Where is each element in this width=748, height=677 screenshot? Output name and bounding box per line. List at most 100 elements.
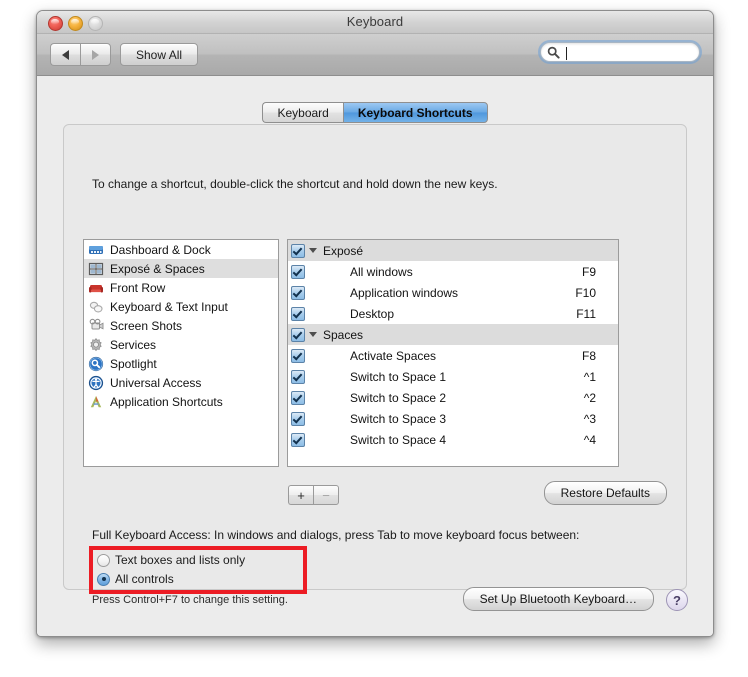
sidebar-item[interactable]: Dashboard & Dock: [84, 240, 278, 259]
sidebar-item-label: Spotlight: [110, 356, 157, 371]
universal-access-icon: [88, 375, 104, 391]
radio-label-text-boxes: Text boxes and lists only: [115, 553, 246, 567]
set-up-bluetooth-keyboard-button[interactable]: Set Up Bluetooth Keyboard…: [462, 587, 654, 611]
shortcut-key[interactable]: F8: [582, 349, 618, 363]
shortcut-key[interactable]: ^3: [584, 412, 618, 426]
shortcut-row[interactable]: Switch to Space 2 ^2: [288, 387, 618, 408]
add-remove-buttons: + −: [288, 485, 339, 505]
sidebar-item-label: Universal Access: [110, 375, 202, 390]
shortcut-category-list[interactable]: Dashboard & Dock Exposé & Spaces Front Row…: [83, 239, 279, 467]
radio-indicator-off: [97, 553, 110, 567]
shortcut-key[interactable]: F10: [575, 286, 618, 300]
window-title: Keyboard: [346, 14, 404, 29]
sidebar-item-label: Application Shortcuts: [110, 394, 223, 409]
show-all-button[interactable]: Show All: [120, 43, 199, 66]
sidebar-item-label: Services: [110, 337, 157, 352]
checkbox-checked-icon[interactable]: [291, 285, 305, 300]
navigation-buttons: [50, 43, 111, 66]
checkbox-checked-icon[interactable]: [291, 432, 305, 447]
services-gear-icon: [88, 337, 104, 353]
instruction-text: To change a shortcut, double-click the s…: [92, 177, 498, 191]
shortcut-group-label: Exposé: [323, 243, 364, 258]
checkbox-checked-icon[interactable]: [291, 411, 305, 426]
shortcut-key[interactable]: ^4: [584, 433, 618, 447]
shortcut-label: Switch to Space 2: [350, 390, 447, 405]
shortcut-label: Activate Spaces: [350, 348, 437, 363]
chevron-down-icon[interactable]: [309, 248, 317, 253]
sidebar-item[interactable]: Universal Access: [84, 373, 278, 392]
expose-spaces-icon: [88, 261, 104, 277]
shortcut-group-row[interactable]: Exposé: [288, 240, 618, 261]
remove-shortcut-button[interactable]: −: [313, 485, 339, 505]
text-caret: [566, 47, 567, 60]
sidebar-item-label: Dashboard & Dock: [110, 242, 211, 257]
application-shortcuts-icon: [88, 394, 104, 410]
shortcut-key[interactable]: F9: [582, 265, 618, 279]
radio-label-all-controls: All controls: [115, 572, 174, 586]
shortcut-row[interactable]: Switch to Space 1 ^1: [288, 366, 618, 387]
sidebar-item-label: Keyboard & Text Input: [110, 299, 228, 314]
help-button[interactable]: ?: [666, 589, 688, 611]
shortcut-label: Application windows: [350, 285, 459, 300]
shortcut-label: Desktop: [350, 306, 395, 321]
search-input[interactable]: [563, 45, 691, 59]
shortcut-label: All windows: [350, 264, 413, 279]
checkbox-checked-icon[interactable]: [291, 243, 305, 258]
shortcut-key[interactable]: F11: [576, 307, 618, 321]
dashboard-dock-icon: [88, 242, 104, 258]
shortcut-row[interactable]: Application windows F10: [288, 282, 618, 303]
toolbar: Show All: [37, 34, 713, 76]
tab-keyboard-shortcuts[interactable]: Keyboard Shortcuts: [342, 102, 488, 123]
forward-button[interactable]: [80, 43, 111, 66]
triangle-left-icon: [62, 49, 69, 60]
spotlight-icon: [88, 356, 104, 372]
shortcut-key[interactable]: ^1: [584, 370, 618, 384]
shortcut-row[interactable]: Switch to Space 4 ^4: [288, 429, 618, 450]
sidebar-item-label: Screen Shots: [110, 318, 183, 333]
search-field[interactable]: [540, 42, 700, 62]
checkbox-checked-icon[interactable]: [291, 327, 305, 342]
window-titlebar: Keyboard: [37, 11, 713, 34]
sidebar-item[interactable]: Application Shortcuts: [84, 392, 278, 411]
sidebar-item[interactable]: Exposé & Spaces: [84, 259, 278, 278]
shortcut-row[interactable]: Desktop F11: [288, 303, 618, 324]
checkbox-checked-icon[interactable]: [291, 369, 305, 384]
shortcut-row[interactable]: Switch to Space 3 ^3: [288, 408, 618, 429]
shortcut-list[interactable]: Exposé All windows F9 Application windows F1…: [287, 239, 619, 467]
sidebar-item[interactable]: Screen Shots: [84, 316, 278, 335]
checkbox-checked-icon[interactable]: [291, 390, 305, 405]
checkbox-checked-icon[interactable]: [291, 348, 305, 363]
radio-text-boxes-and-lists[interactable]: Text boxes and lists only: [97, 553, 245, 567]
preferences-window: Keyboard Show All Keyboard Keyboard Shor…: [36, 10, 714, 637]
radio-all-controls[interactable]: All controls: [97, 572, 174, 586]
shortcut-row[interactable]: Activate Spaces F8: [288, 345, 618, 366]
hint-text: Press Control+F7 to change this setting.: [92, 594, 288, 606]
back-button[interactable]: [50, 43, 80, 66]
preferences-content: Keyboard Keyboard Shortcuts To change a …: [37, 76, 713, 636]
add-shortcut-button[interactable]: +: [288, 485, 313, 505]
triangle-right-icon: [92, 49, 99, 60]
sidebar-item[interactable]: Services: [84, 335, 278, 354]
radio-indicator-on: [97, 572, 110, 586]
shortcut-row[interactable]: All windows F9: [288, 261, 618, 282]
sidebar-item[interactable]: Spotlight: [84, 354, 278, 373]
checkbox-checked-icon[interactable]: [291, 264, 305, 279]
sidebar-item-label: Exposé & Spaces: [110, 261, 205, 276]
checkbox-checked-icon[interactable]: [291, 306, 305, 321]
search-icon: [547, 46, 560, 59]
shortcut-label: Switch to Space 4: [350, 432, 447, 447]
screen-shots-icon: [88, 318, 104, 334]
keyboard-text-input-icon: [88, 299, 104, 315]
full-keyboard-access-label: Full Keyboard Access: In windows and dia…: [92, 528, 580, 542]
shortcut-group-row[interactable]: Spaces: [288, 324, 618, 345]
front-row-icon: [88, 280, 104, 296]
sidebar-item[interactable]: Keyboard & Text Input: [84, 297, 278, 316]
tab-bar: Keyboard Keyboard Shortcuts: [37, 102, 713, 123]
restore-defaults-button[interactable]: Restore Defaults: [543, 481, 667, 505]
tab-keyboard[interactable]: Keyboard: [262, 102, 343, 123]
sidebar-item-label: Front Row: [110, 280, 166, 295]
shortcut-key[interactable]: ^2: [584, 391, 618, 405]
chevron-down-icon[interactable]: [309, 332, 317, 337]
shortcut-label: Switch to Space 3: [350, 411, 447, 426]
sidebar-item[interactable]: Front Row: [84, 278, 278, 297]
